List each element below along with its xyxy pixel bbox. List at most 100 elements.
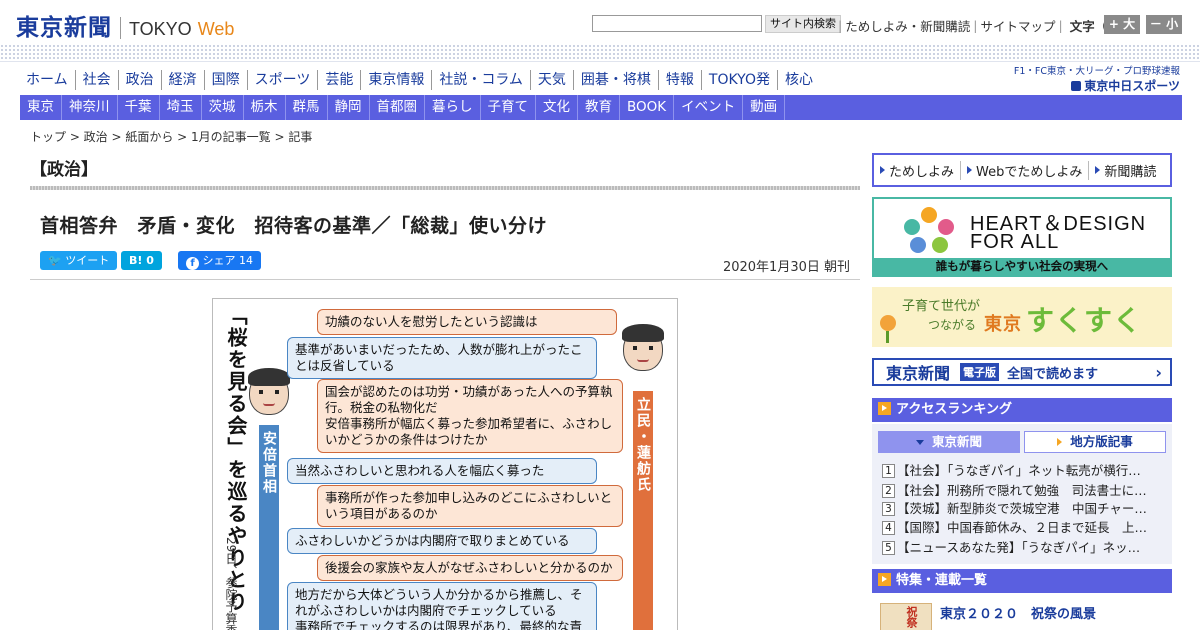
ranking-tab-tokyo[interactable]: 東京新聞 xyxy=(878,431,1020,453)
bubble-renho-3: 事務所が作った参加申し込みのどこにふさわしいという項目があるのか xyxy=(317,485,623,527)
denshi-logo: 東京新聞 xyxy=(886,364,951,383)
header-links: | ためしよみ・新聞購読 | サイトマップ | 文字（0） xyxy=(838,16,1129,35)
denshi-badge: 電子版 xyxy=(960,363,1000,381)
heart-design-logo-icon xyxy=(904,207,954,253)
region-saitama[interactable]: 埼玉 xyxy=(160,95,202,120)
twitter-icon: 🐦 xyxy=(48,254,62,267)
ranking-item[interactable]: 3 【茨城】新型肺炎で茨城空港 中国チャー… xyxy=(882,498,1164,517)
logo-main: 東京新聞 xyxy=(16,14,112,41)
tokushu-item-title[interactable]: 東京２０２０ 祝祭の風景 xyxy=(940,603,1096,622)
abe-portrait xyxy=(248,368,290,415)
article-headline: 首相答弁 矛盾・変化 招待客の基準／「総裁」使い分け xyxy=(40,215,548,237)
nav-weather[interactable]: 天気 xyxy=(531,70,574,90)
nav-tokyo-hatsu[interactable]: TOKYO発 xyxy=(702,70,778,90)
logo-divider xyxy=(120,17,121,39)
category-divider xyxy=(30,186,860,190)
main-nav: ホーム 社会 政治 経済 国際 スポーツ 芸能 東京情報 社説・コラム 天気 囲… xyxy=(20,70,820,90)
access-ranking-header: アクセスランキング xyxy=(872,398,1172,422)
link-sitemap[interactable]: サイトマップ xyxy=(980,16,1055,35)
font-smaller-button[interactable]: － 小 xyxy=(1146,15,1182,34)
region-ibaraki[interactable]: 茨城 xyxy=(202,95,244,120)
facebook-icon: f xyxy=(186,257,199,270)
nav-home[interactable]: ホーム xyxy=(20,70,76,90)
facebook-share-button[interactable]: f シェア 14 xyxy=(178,251,261,270)
hatena-bookmark-button[interactable]: B! 0 xyxy=(121,251,162,270)
sukusuku-line2: つながる xyxy=(928,318,977,332)
nav-kakushin[interactable]: 核心 xyxy=(778,70,820,90)
tokyo-sukusuku-banner[interactable]: 子育て世代が つながる 東京 すくすく xyxy=(872,287,1172,347)
flower-icon xyxy=(880,315,896,331)
region-video[interactable]: 動画 xyxy=(743,95,786,120)
ranking-item[interactable]: 2 【社会】刑務所で隠れて勉強 司法書士に… xyxy=(882,480,1164,499)
heart-design-line2: FOR ALL xyxy=(970,231,1060,253)
region-shizuoka[interactable]: 静岡 xyxy=(328,95,370,120)
region-kurashi[interactable]: 暮らし xyxy=(425,95,481,120)
arrow-right-icon xyxy=(1095,166,1101,174)
arrow-right-icon xyxy=(967,166,973,174)
tweet-button[interactable]: 🐦 ツイート xyxy=(40,251,118,270)
bubble-abe-3: ふさわしいかどうかは内閣府で取りまとめている xyxy=(287,528,597,554)
triangle-down-icon xyxy=(915,440,924,445)
region-book[interactable]: BOOK xyxy=(620,95,675,120)
nav-sports[interactable]: スポーツ xyxy=(248,70,319,90)
nav-politics[interactable]: 政治 xyxy=(119,70,162,90)
ranking-tab-local[interactable]: 地方版記事 xyxy=(1024,431,1166,453)
region-nav: 東京 神奈川 千葉 埼玉 茨城 栃木 群馬 静岡 首都圏 暮らし 子育て 文化 … xyxy=(20,95,1182,120)
region-kyoiku[interactable]: 教育 xyxy=(578,95,620,120)
bubble-renho-4: 後援会の家族や友人がなぜふさわしいと分かるのか xyxy=(317,555,623,581)
play-arrow-icon xyxy=(878,402,891,415)
tokushu-header: 特集・連載一覧 xyxy=(872,569,1172,593)
site-header: 東京新聞 TOKYO Web サイト内検索 | ためしよみ・新聞購読 | サイト… xyxy=(0,0,1200,44)
search-button[interactable]: サイト内検索 xyxy=(765,15,841,33)
nav-economy[interactable]: 経済 xyxy=(162,70,205,90)
link-trial-subscribe[interactable]: ためしよみ・新聞購読 xyxy=(845,16,970,35)
play-arrow-icon xyxy=(878,573,891,586)
digital-edition-banner[interactable]: 東京新聞 電子版 全国で読めます › xyxy=(872,358,1172,386)
bubble-abe-4: 地方だから大体どういう人か分かるから推薦し、それがふさわしいかは内閣府でチェック… xyxy=(287,582,597,630)
heart-design-banner[interactable]: HEART＆DESIGN FOR ALL 誰もが暮らしやすい社会の実現へ xyxy=(872,197,1172,277)
nav-entertainment[interactable]: 芸能 xyxy=(318,70,362,90)
tokushu-thumbnail[interactable]: 祝祭 xyxy=(880,603,932,630)
infographic-subtitle: 29日、参院予算委 xyxy=(224,537,238,630)
ranking-item[interactable]: 4 【国際】中国春節休み、２日まで延長 上… xyxy=(882,517,1164,536)
breadcrumb[interactable]: トップ > 政治 > 紙面から > 1月の記事一覧 > 記事 xyxy=(30,128,312,145)
nav-society[interactable]: 社会 xyxy=(76,70,119,90)
nav-tokyo-info[interactable]: 東京情報 xyxy=(361,70,433,90)
region-gunma[interactable]: 群馬 xyxy=(286,95,328,120)
bubble-abe-2: 当然ふさわしいと思われる人を幅広く募った xyxy=(287,458,597,484)
region-tokyo[interactable]: 東京 xyxy=(20,95,62,120)
header-dotted-divider xyxy=(0,44,1200,62)
nav-go-shogi[interactable]: 囲碁・将棋 xyxy=(574,70,659,90)
ranking-item[interactable]: 5 【ニュースあなた発】「うなぎパイ」ネッ… xyxy=(882,537,1164,556)
heart-design-footer: 誰もが暮らしやすい社会の実現へ xyxy=(874,258,1170,275)
chunichi-icon xyxy=(1071,81,1082,91)
article-divider xyxy=(30,279,860,280)
tab-trial[interactable]: ためしよみ xyxy=(874,160,962,180)
logo-tokyo: TOKYO xyxy=(129,19,192,39)
tab-subscribe[interactable]: 新聞購読 xyxy=(1089,161,1162,180)
search-input[interactable] xyxy=(592,15,762,32)
ranking-item[interactable]: 1 【社会】「うなぎパイ」ネット転売が横行… xyxy=(882,460,1164,479)
nav-tokuho[interactable]: 特報 xyxy=(659,70,702,90)
region-chiba[interactable]: 千葉 xyxy=(118,95,160,120)
region-event[interactable]: イベント xyxy=(674,95,744,120)
denshi-text: 全国で読めます xyxy=(1007,366,1099,382)
arrow-right-icon xyxy=(1057,438,1063,446)
region-kanagawa[interactable]: 神奈川 xyxy=(62,95,118,120)
bubble-abe-1: 基準があいまいだったため、人数が膨れ上がったことは反省している xyxy=(287,337,597,379)
nav-international[interactable]: 国際 xyxy=(205,70,248,90)
font-bigger-button[interactable]: + 大 xyxy=(1104,15,1140,34)
region-shutoken[interactable]: 首都圏 xyxy=(370,95,425,120)
sukusuku-line1: 子育て世代が xyxy=(902,299,981,314)
nav-editorial[interactable]: 社説・コラム xyxy=(432,70,531,90)
chunichi-sports-link[interactable]: F1・FC東京・大リーグ・プロ野球速報 東京中日スポーツ xyxy=(1010,63,1180,94)
site-logo[interactable]: 東京新聞 TOKYO Web xyxy=(16,8,234,42)
region-kosodate[interactable]: 子育て xyxy=(481,95,536,120)
abe-label: 安倍首相 xyxy=(259,425,279,630)
tab-web-trial[interactable]: Webでためしよみ xyxy=(961,160,1090,180)
subscription-tabs: ためしよみ Webでためしよみ 新聞購読 xyxy=(872,153,1172,187)
region-bunka[interactable]: 文化 xyxy=(536,95,578,120)
region-tochigi[interactable]: 栃木 xyxy=(244,95,286,120)
chevron-right-icon: › xyxy=(1155,363,1162,382)
sakura-infographic: 「桜を見る会」を巡るやりとり 29日、参院予算委 安倍首相 立民・蓮舫氏 功績の… xyxy=(212,298,678,630)
